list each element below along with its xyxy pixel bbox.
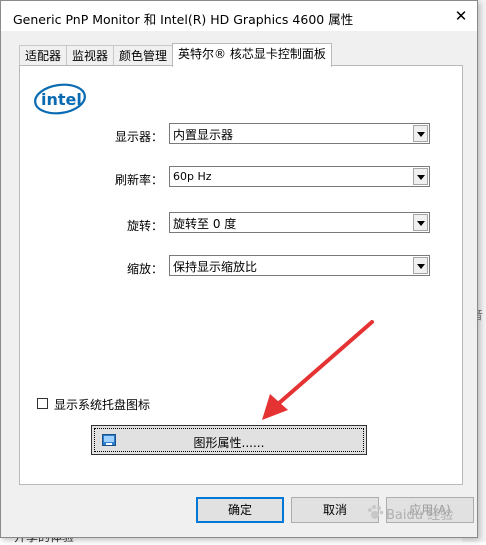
scaling-label: 缩放： [127,262,164,276]
chevron-down-icon [417,264,425,269]
rotation-label: 旋转： [127,219,164,233]
rotation-select[interactable]: 旋转至 0 度 [169,212,430,233]
title-bar: Generic PnP Monitor 和 Intel(R) HD Graphi… [1,1,477,31]
chevron-down-icon [417,221,425,226]
tab-intel-control-panel[interactable]: 英特尔® 核芯显卡控制面板 [172,43,332,67]
properties-dialog: Generic PnP Monitor 和 Intel(R) HD Graphi… [0,0,478,538]
tray-icon-checkbox[interactable] [37,398,48,409]
scaling-select-value: 保持显示缩放比 [173,260,258,274]
tray-icon-checkbox-label[interactable]: 显示系统托盘图标 [54,396,150,413]
rotation-dropdown-button[interactable] [413,214,428,231]
refresh-rate-dropdown-button[interactable] [413,168,428,185]
rotation-select-value: 旋转至 0 度 [173,217,237,231]
watermark-text: Baidu 经验 [386,508,454,523]
baidu-watermark: Baidu 经验 [366,502,476,526]
tab-adapter[interactable]: 适配器 [19,45,68,66]
scaling-dropdown-button[interactable] [413,257,428,274]
tab-monitor[interactable]: 监视器 [66,45,115,66]
display-select-dropdown-button[interactable] [413,125,428,142]
tab-strip: 适配器 监视器 颜色管理 英特尔® 核芯显卡控制面板 [19,43,332,67]
chevron-down-icon [417,132,425,137]
intel-logo-text: intel [41,90,82,109]
graphics-properties-label: 图形属性...... [193,436,265,450]
graphics-properties-button[interactable]: 图形属性...... [91,425,367,455]
window-title: Generic PnP Monitor 和 Intel(R) HD Graphi… [13,12,354,27]
chevron-down-icon [417,175,425,180]
close-button[interactable]: ✕ [449,4,473,28]
scaling-select[interactable]: 保持显示缩放比 [169,255,430,276]
display-select-value: 内置显示器 [173,128,234,142]
refresh-rate-select[interactable]: 60p Hz [169,166,430,187]
refresh-rate-label: 刷新率： [115,173,164,187]
display-label: 显示器： [115,130,164,144]
ok-button[interactable]: 确定 [196,497,284,523]
intel-logo-icon: intel [34,83,86,115]
display-select[interactable]: 内置显示器 [169,123,430,144]
paw-icon [368,505,384,519]
refresh-rate-select-value: 60p Hz [173,170,212,183]
tab-color-management[interactable]: 颜色管理 [113,45,174,66]
